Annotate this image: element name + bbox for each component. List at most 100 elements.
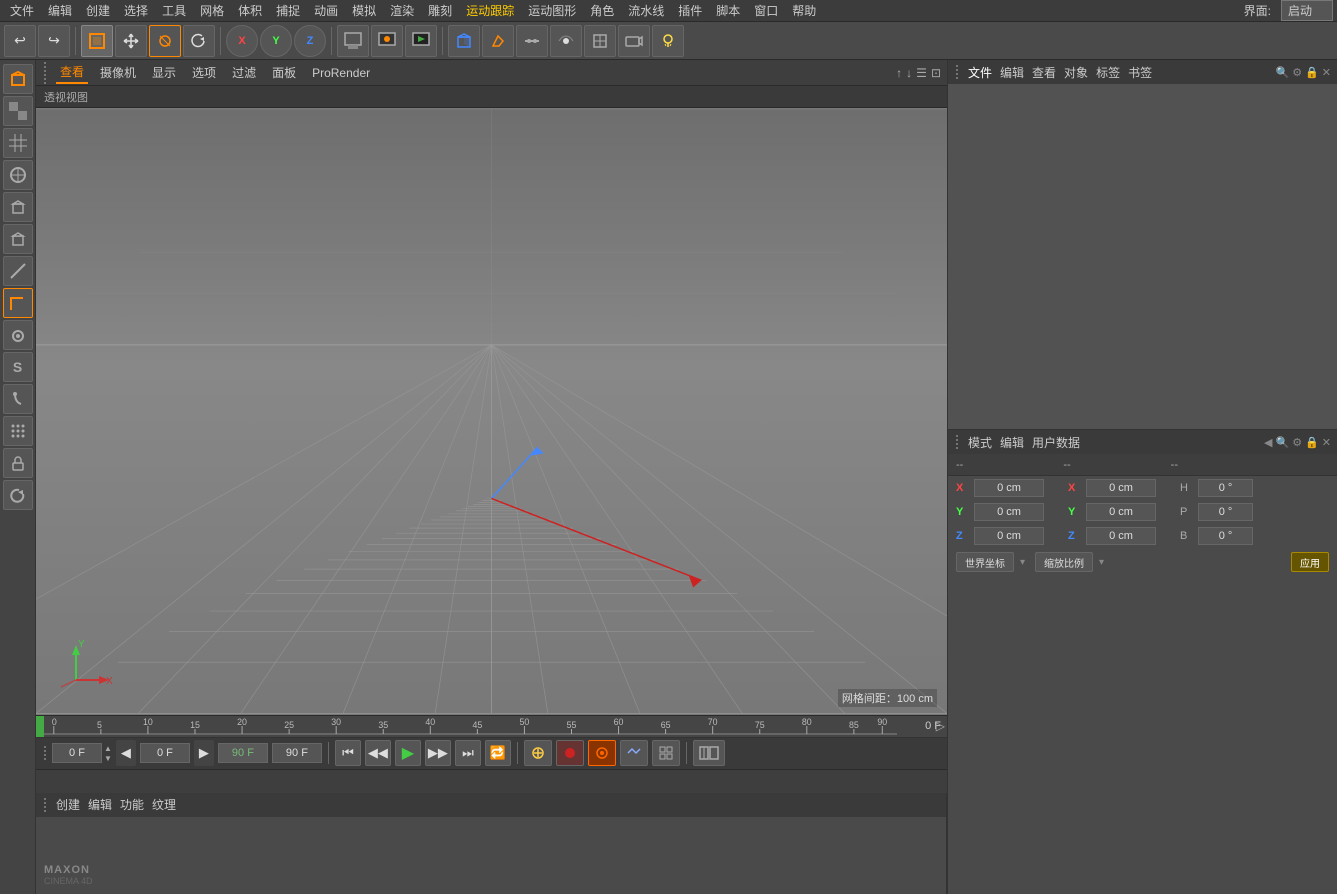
scale-ratio-button[interactable]: 缩放比例 (1035, 552, 1093, 572)
obj-tab-bookmarks[interactable]: 书签 (1128, 64, 1152, 81)
axis-z-button[interactable]: Z (294, 25, 326, 57)
current-frame-input[interactable] (52, 743, 102, 763)
vp-tab-prorender[interactable]: ProRender (308, 64, 374, 82)
sidebar-locked[interactable] (3, 448, 33, 478)
coord-p-input[interactable] (1198, 503, 1253, 521)
menu-plugins[interactable]: 插件 (672, 0, 708, 21)
view-cube-button[interactable] (448, 25, 480, 57)
camera-button[interactable] (618, 25, 650, 57)
rotate-button[interactable] (183, 25, 215, 57)
menu-window[interactable]: 窗口 (748, 0, 784, 21)
attr-lock-icon[interactable]: 🔒 (1305, 436, 1319, 449)
coord-b-input[interactable] (1198, 527, 1253, 545)
sidebar-hook[interactable] (3, 384, 33, 414)
attr-tab-mode[interactable]: 模式 (968, 434, 992, 451)
view-point-button[interactable] (550, 25, 582, 57)
loop-button[interactable]: 🔁 (485, 740, 511, 766)
prev-key-button[interactable]: ◀◀ (365, 740, 391, 766)
view-polygon-button[interactable] (482, 25, 514, 57)
menu-motion-track[interactable]: 运动跟踪 (460, 0, 520, 21)
sidebar-cube[interactable] (3, 192, 33, 222)
menu-render[interactable]: 渲染 (384, 0, 420, 21)
axis-x-button[interactable]: X (226, 25, 258, 57)
vp-tab-view[interactable]: 查看 (56, 61, 88, 84)
sidebar-cube2[interactable] (3, 224, 33, 254)
attr-tab-userdata[interactable]: 用户数据 (1032, 434, 1080, 451)
sidebar-refresh[interactable] (3, 480, 33, 510)
scale-dropdown-icon[interactable]: ▾ (1099, 557, 1104, 568)
frame-up-arrow[interactable]: ▲ (104, 744, 112, 753)
menu-character[interactable]: 角色 (584, 0, 620, 21)
menu-file[interactable]: 文件 (4, 0, 40, 21)
mat-tab-edit[interactable]: 编辑 (88, 796, 112, 813)
mat-tab-func[interactable]: 功能 (120, 796, 144, 813)
obj-settings-icon[interactable]: ⚙ (1292, 66, 1302, 79)
menu-mograph[interactable]: 运动图形 (522, 0, 582, 21)
sidebar-model-mode[interactable] (3, 64, 33, 94)
menu-edit[interactable]: 编辑 (42, 0, 78, 21)
vp-icon-menu[interactable]: ☰ (916, 66, 927, 80)
sidebar-corner[interactable] (3, 288, 33, 318)
menu-sculpt[interactable]: 雕刻 (422, 0, 458, 21)
sidebar-s-button[interactable]: S (3, 352, 33, 382)
vp-tab-panel[interactable]: 面板 (268, 62, 300, 83)
kf-motion-button[interactable] (620, 740, 648, 766)
scale-button[interactable] (149, 25, 181, 57)
frame-down-arrow[interactable]: ▼ (104, 754, 112, 763)
menu-mesh[interactable]: 网格 (194, 0, 230, 21)
kf-auto-button[interactable] (588, 740, 616, 766)
min-frame-input[interactable] (140, 743, 190, 763)
timeline-expand[interactable]: ▷ (936, 719, 945, 733)
menu-animate[interactable]: 动画 (308, 0, 344, 21)
end-frame-input[interactable] (272, 743, 322, 763)
kf-add-button[interactable] (524, 740, 552, 766)
attr-tab-edit[interactable]: 编辑 (1000, 434, 1024, 451)
move-button[interactable] (115, 25, 147, 57)
coord-x-input[interactable] (974, 479, 1044, 497)
menu-select[interactable]: 选择 (118, 0, 154, 21)
vp-tab-filter[interactable]: 过滤 (228, 62, 260, 83)
menu-simulate[interactable]: 模拟 (346, 0, 382, 21)
next-key-button[interactable]: ▶▶ (425, 740, 451, 766)
next-frame-button[interactable]: ▶ (194, 740, 214, 766)
menu-tools[interactable]: 工具 (156, 0, 192, 21)
menu-snap[interactable]: 捕捉 (270, 0, 306, 21)
vp-icon-maximize[interactable]: ⊡ (931, 66, 941, 80)
obj-tab-view[interactable]: 查看 (1032, 64, 1056, 81)
coord-h-input[interactable] (1198, 479, 1253, 497)
interface-select[interactable]: 启动 (1281, 0, 1333, 21)
vp-icon-arrow-up[interactable]: ↑ (896, 66, 902, 80)
sidebar-hand[interactable] (3, 320, 33, 350)
menu-volume[interactable]: 体积 (232, 0, 268, 21)
view-flat-button[interactable] (584, 25, 616, 57)
sidebar-line[interactable] (3, 256, 33, 286)
go-start-button[interactable]: ⏮ (335, 740, 361, 766)
play-button[interactable]: ▶ (395, 740, 421, 766)
world-coord-button[interactable]: 世界坐标 (956, 552, 1014, 572)
attr-search-icon[interactable]: 🔍 (1276, 436, 1290, 449)
attr-back-icon[interactable]: ◀ (1264, 436, 1272, 449)
obj-tab-file[interactable]: 文件 (968, 64, 992, 81)
sidebar-circle[interactable] (3, 160, 33, 190)
max-frame-input[interactable] (218, 743, 268, 763)
viewport-3d[interactable]: 网格间距：100 cm Y X (36, 108, 947, 715)
render-view-button[interactable] (371, 25, 403, 57)
render-region-button[interactable] (337, 25, 369, 57)
menu-create[interactable]: 创建 (80, 0, 116, 21)
vp-tab-camera[interactable]: 摄像机 (96, 62, 140, 83)
coord-z-input[interactable] (974, 527, 1044, 545)
prev-frame-button[interactable]: ◀ (116, 740, 136, 766)
kf-grid-button[interactable] (652, 740, 680, 766)
kf-record-button[interactable] (556, 740, 584, 766)
obj-tab-objects[interactable]: 对象 (1064, 64, 1088, 81)
attr-close-icon[interactable]: ✕ (1322, 436, 1331, 449)
vp-tab-options[interactable]: 选项 (188, 62, 220, 83)
world-dropdown-icon[interactable]: ▾ (1020, 557, 1025, 568)
vp-tab-display[interactable]: 显示 (148, 62, 180, 83)
coord-subtab-3[interactable]: -- (1171, 459, 1178, 471)
menu-script[interactable]: 脚本 (710, 0, 746, 21)
vp-icon-arrow-down[interactable]: ↓ (906, 66, 912, 80)
coord-y-input[interactable] (974, 503, 1044, 521)
coord-subtab-2[interactable]: -- (1063, 459, 1070, 471)
obj-lock-icon[interactable]: 🔒 (1305, 66, 1319, 79)
